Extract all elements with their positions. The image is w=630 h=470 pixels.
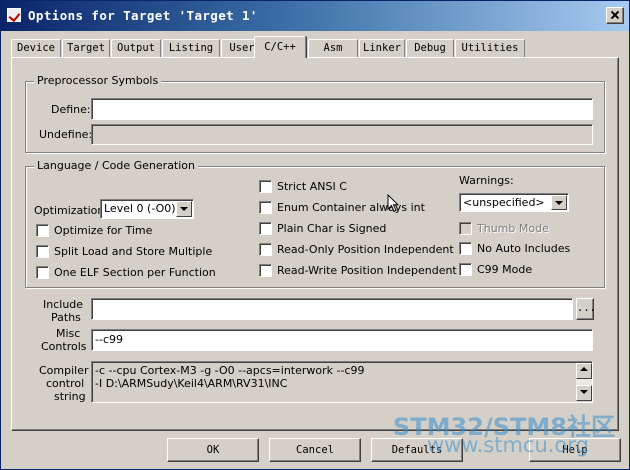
checkbox-box[interactable] bbox=[459, 222, 472, 235]
checkbox-box[interactable] bbox=[459, 263, 472, 276]
scroll-down-button[interactable] bbox=[576, 385, 592, 401]
close-icon[interactable] bbox=[606, 7, 624, 24]
optimization-dropdown-button[interactable] bbox=[176, 201, 192, 217]
ok-button[interactable]: OK bbox=[167, 438, 259, 462]
chevron-down-icon bbox=[580, 390, 588, 394]
define-label: Define: bbox=[51, 103, 91, 116]
checkbox-box[interactable] bbox=[259, 243, 272, 256]
checkbox-box[interactable] bbox=[36, 224, 49, 237]
checkbox-label: Optimize for Time bbox=[54, 224, 153, 237]
compiler-label-line1: Compiler bbox=[39, 364, 89, 377]
tab-asm[interactable]: Asm bbox=[308, 39, 358, 57]
cancel-button[interactable]: Cancel bbox=[269, 438, 361, 462]
checkbox-box[interactable] bbox=[259, 264, 272, 277]
compiler-string-line1: -c --cpu Cortex-M3 -g -O0 --apcs=interwo… bbox=[95, 364, 365, 377]
warnings-value: <unspecified> bbox=[463, 196, 545, 209]
checkbox-box[interactable] bbox=[259, 201, 272, 214]
language-group-label: Language / Code Generation bbox=[34, 159, 199, 172]
checkbox-label: Enum Container always int bbox=[277, 201, 425, 214]
checkbox-box[interactable] bbox=[259, 180, 272, 193]
checkbox-box[interactable] bbox=[259, 222, 272, 235]
compiler-label-line2: control bbox=[46, 377, 85, 390]
undefine-label: Undefine: bbox=[39, 128, 93, 141]
checkbox-label: Split Load and Store Multiple bbox=[54, 245, 213, 258]
checkbox-label: No Auto Includes bbox=[477, 242, 571, 255]
checkbox-box[interactable] bbox=[459, 242, 472, 255]
browse-include-button[interactable]: ... bbox=[576, 298, 596, 320]
tab-debug[interactable]: Debug bbox=[406, 39, 454, 57]
compiler-scrollbar[interactable] bbox=[576, 363, 592, 401]
include-paths-input[interactable] bbox=[91, 298, 573, 320]
misc-label-line1: Misc bbox=[56, 327, 81, 340]
title-bar[interactable]: Options for Target 'Target 1' bbox=[1, 1, 629, 31]
tab-utilities[interactable]: Utilities bbox=[455, 39, 525, 57]
checkbox-label: C99 Mode bbox=[477, 263, 533, 276]
warnings-label: Warnings: bbox=[459, 174, 514, 187]
tab-linker[interactable]: Linker bbox=[359, 39, 405, 57]
checkbox-label: Plain Char is Signed bbox=[277, 222, 387, 235]
checkbox-label: Strict ANSI C bbox=[277, 180, 347, 193]
misc-controls-input[interactable]: --c99 bbox=[91, 329, 593, 351]
checkbox-box[interactable] bbox=[36, 245, 49, 258]
tab-listing[interactable]: Listing bbox=[162, 39, 220, 57]
tab-device[interactable]: Device bbox=[11, 39, 61, 57]
preprocessor-group-label: Preprocessor Symbols bbox=[34, 74, 162, 87]
include-label-line1: Include bbox=[43, 298, 84, 311]
warnings-select[interactable]: <unspecified> bbox=[459, 193, 569, 212]
checkbox-label: Read-Write Position Independent bbox=[277, 264, 457, 277]
mouse-pointer-icon bbox=[387, 194, 399, 213]
optimization-value: Level 0 (-O0) bbox=[104, 202, 176, 215]
define-input[interactable] bbox=[91, 98, 593, 120]
chevron-up-icon bbox=[580, 367, 588, 371]
tab-target[interactable]: Target bbox=[62, 39, 110, 57]
checkbox-label: One ELF Section per Function bbox=[54, 266, 216, 279]
misc-label-line2: Controls bbox=[41, 340, 87, 353]
optimization-label: Optimization: bbox=[34, 204, 109, 217]
tab-c-cpp[interactable]: C/C++ bbox=[254, 36, 306, 58]
compiler-label-line3: string bbox=[54, 390, 86, 403]
include-label-line2: Paths bbox=[51, 311, 81, 324]
options-dialog: Options for Target 'Target 1' Device Tar… bbox=[0, 0, 630, 470]
chevron-down-icon bbox=[555, 201, 563, 205]
compiler-control-string[interactable]: -c --cpu Cortex-M3 -g -O0 --apcs=interwo… bbox=[91, 361, 593, 403]
app-icon bbox=[7, 8, 21, 22]
checkbox-label: Thumb Mode bbox=[477, 222, 549, 235]
window-title: Options for Target 'Target 1' bbox=[28, 8, 258, 23]
tab-output[interactable]: Output bbox=[111, 39, 161, 57]
compiler-string-line2: -I D:\ARMSudy\Keil4\ARM\RV31\INC bbox=[95, 377, 288, 390]
defaults-button[interactable]: Defaults bbox=[371, 438, 463, 462]
help-button[interactable]: Help bbox=[529, 438, 621, 462]
warnings-dropdown-button[interactable] bbox=[551, 195, 567, 210]
undefine-input[interactable] bbox=[91, 124, 593, 145]
chevron-down-icon bbox=[180, 207, 188, 211]
checkbox-label: Read-Only Position Independent bbox=[277, 243, 454, 256]
scroll-up-button[interactable] bbox=[576, 363, 592, 379]
optimization-select[interactable]: Level 0 (-O0) bbox=[100, 199, 194, 219]
checkbox-box[interactable] bbox=[36, 266, 49, 279]
